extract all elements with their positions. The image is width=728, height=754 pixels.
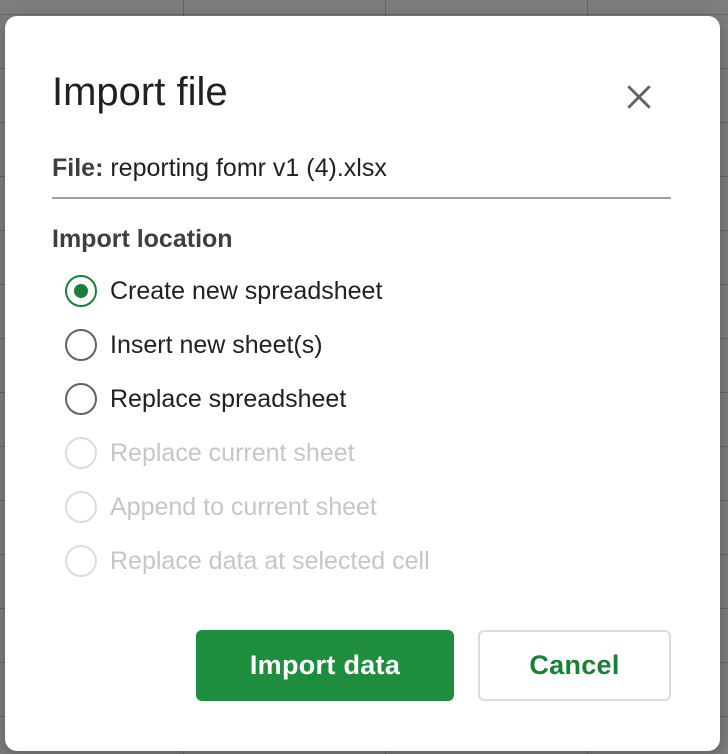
close-icon bbox=[627, 85, 651, 109]
import-location-options: Create new spreadsheet Insert new sheet(… bbox=[65, 264, 430, 588]
radio-button[interactable] bbox=[65, 383, 97, 415]
file-name-row: File: reporting fomr v1 (4).xlsx bbox=[52, 152, 671, 199]
option-label: Append to current sheet bbox=[110, 493, 377, 521]
option-label: Replace data at selected cell bbox=[110, 547, 430, 575]
option-label: Create new spreadsheet bbox=[110, 277, 383, 305]
import-file-dialog: Import file File: reporting fomr v1 (4).… bbox=[5, 16, 720, 751]
option-replace-current-sheet: Replace current sheet bbox=[65, 426, 430, 480]
radio-selected-dot bbox=[74, 284, 88, 298]
option-replace-spreadsheet[interactable]: Replace spreadsheet bbox=[65, 372, 430, 426]
radio-button[interactable] bbox=[65, 275, 97, 307]
dialog-title: Import file bbox=[52, 70, 228, 114]
close-button[interactable] bbox=[617, 75, 661, 119]
radio-button[interactable] bbox=[65, 329, 97, 361]
radio-button bbox=[65, 545, 97, 577]
file-name: reporting fomr v1 (4).xlsx bbox=[103, 154, 387, 182]
option-append-to-current-sheet: Append to current sheet bbox=[65, 480, 430, 534]
import-location-label: Import location bbox=[52, 225, 233, 253]
option-label: Insert new sheet(s) bbox=[110, 331, 323, 359]
option-replace-data-at-selected-cell: Replace data at selected cell bbox=[65, 534, 430, 588]
option-label: Replace current sheet bbox=[110, 439, 355, 467]
import-data-button[interactable]: Import data bbox=[196, 630, 454, 701]
option-create-new-spreadsheet[interactable]: Create new spreadsheet bbox=[65, 264, 430, 318]
option-insert-new-sheets[interactable]: Insert new sheet(s) bbox=[65, 318, 430, 372]
radio-button bbox=[65, 437, 97, 469]
file-label: File: bbox=[52, 154, 104, 182]
cancel-button[interactable]: Cancel bbox=[478, 630, 671, 701]
option-label: Replace spreadsheet bbox=[110, 385, 347, 413]
radio-button bbox=[65, 491, 97, 523]
